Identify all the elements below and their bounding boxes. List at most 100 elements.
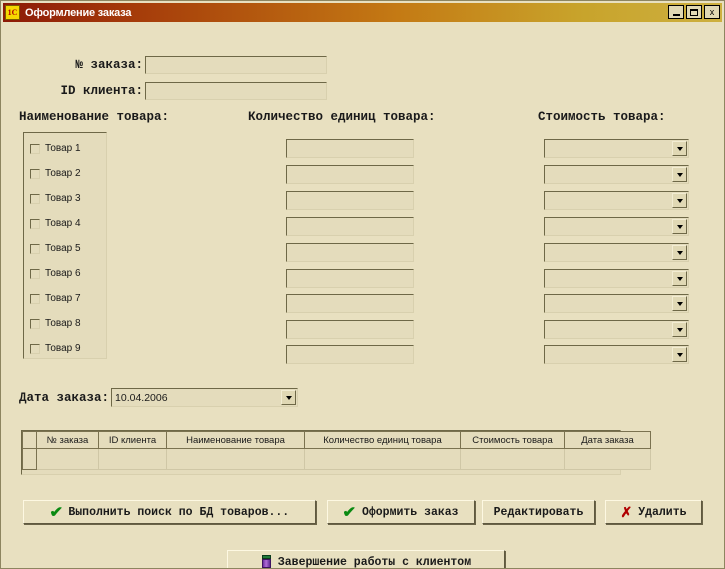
- quantity-input[interactable]: [286, 320, 414, 339]
- order-number-input[interactable]: [145, 56, 327, 74]
- delete-label: Удалить: [638, 505, 687, 519]
- chevron-down-icon[interactable]: [281, 390, 297, 405]
- delete-button[interactable]: ✗ Удалить: [605, 500, 702, 524]
- chevron-down-icon[interactable]: [672, 193, 687, 208]
- search-products-label: Выполнить поиск по БД товаров...: [68, 505, 290, 519]
- cost-dropdown[interactable]: [544, 294, 689, 313]
- list-item[interactable]: Товар 5: [24, 236, 106, 261]
- cost-dropdown-value: [545, 346, 672, 363]
- product-label: Товар 2: [45, 168, 81, 179]
- finish-client-session-label: Завершение работы с клиентом: [277, 555, 472, 569]
- checkbox-icon[interactable]: [30, 343, 40, 354]
- cost-dropdown[interactable]: [544, 191, 689, 210]
- order-date-value: 10.04.2006: [115, 391, 168, 404]
- checkbox-icon[interactable]: [30, 218, 40, 229]
- product-label: Товар 7: [45, 293, 81, 304]
- table-row[interactable]: [22, 448, 651, 470]
- edit-button[interactable]: Редактировать: [482, 500, 595, 524]
- cost-dropdown-value: [545, 166, 672, 183]
- cost-dropdown[interactable]: [544, 243, 689, 262]
- list-item[interactable]: Товар 7: [24, 286, 106, 311]
- cost-dropdown[interactable]: [544, 165, 689, 184]
- minimize-button[interactable]: [668, 5, 684, 19]
- create-order-button[interactable]: ✔ Оформить заказ: [327, 500, 475, 524]
- column-header[interactable]: № заказа: [36, 431, 99, 449]
- quantity-input[interactable]: [286, 243, 414, 262]
- product-label: Товар 9: [45, 343, 81, 354]
- cost-dropdown-value: [545, 295, 672, 312]
- chevron-down-icon[interactable]: [672, 245, 687, 260]
- 1c-logo-icon: 1C: [5, 5, 20, 20]
- quantity-input[interactable]: [286, 191, 414, 210]
- quantity-input[interactable]: [286, 269, 414, 288]
- minimize-icon: [672, 13, 680, 16]
- list-item[interactable]: Товар 9: [24, 336, 106, 358]
- product-checkbox-list[interactable]: Товар 1 Товар 2 Товар 3 Товар 4 Товар 5 …: [23, 132, 107, 359]
- chevron-down-icon[interactable]: [672, 322, 687, 337]
- maximize-button[interactable]: [686, 5, 702, 19]
- cost-dropdown[interactable]: [544, 345, 689, 364]
- title-bar: 1C Оформление заказа x: [3, 3, 722, 22]
- checkbox-icon[interactable]: [30, 168, 40, 179]
- column-header-quantity: Количество единиц товара:: [248, 110, 436, 124]
- orders-grid[interactable]: № заказа ID клиента Наименование товара …: [21, 430, 651, 475]
- list-item[interactable]: Товар 4: [24, 211, 106, 236]
- cost-dropdown-value: [545, 244, 672, 261]
- quantity-input[interactable]: [286, 165, 414, 184]
- close-icon: x: [709, 6, 715, 17]
- chevron-down-icon[interactable]: [672, 296, 687, 311]
- table-cell[interactable]: [98, 448, 167, 470]
- chevron-down-icon[interactable]: [672, 167, 687, 182]
- cost-dropdown-value: [545, 140, 672, 157]
- order-date-dropdown[interactable]: 10.04.2006: [111, 388, 299, 407]
- window-title: Оформление заказа: [25, 6, 132, 19]
- table-cell[interactable]: [460, 448, 565, 470]
- checkbox-icon[interactable]: [30, 268, 40, 279]
- quantity-input[interactable]: [286, 345, 414, 364]
- checkbox-icon[interactable]: [30, 293, 40, 304]
- column-header[interactable]: Дата заказа: [564, 431, 651, 449]
- column-header[interactable]: ID клиента: [98, 431, 167, 449]
- order-number-row: № заказа:: [19, 56, 327, 74]
- cost-dropdown-value: [545, 192, 672, 209]
- chevron-down-icon[interactable]: [672, 347, 687, 362]
- list-item[interactable]: Товар 3: [24, 186, 106, 211]
- cost-dropdown[interactable]: [544, 217, 689, 236]
- table-cell[interactable]: [564, 448, 651, 470]
- list-item[interactable]: Товар 6: [24, 261, 106, 286]
- cost-dropdown[interactable]: [544, 139, 689, 158]
- search-products-button[interactable]: ✔ Выполнить поиск по БД товаров...: [23, 500, 316, 524]
- checkbox-icon[interactable]: [30, 243, 40, 254]
- list-item[interactable]: Товар 8: [24, 311, 106, 336]
- chevron-down-icon[interactable]: [672, 271, 687, 286]
- row-selector-header: [22, 431, 37, 449]
- cost-dropdown[interactable]: [544, 269, 689, 288]
- column-header[interactable]: Стоимость товара: [460, 431, 565, 449]
- table-header-row: № заказа ID клиента Наименование товара …: [22, 431, 651, 449]
- quantity-input[interactable]: [286, 139, 414, 158]
- checkbox-icon[interactable]: [30, 143, 40, 154]
- order-date-row: Дата заказа: 10.04.2006: [19, 388, 299, 407]
- quantity-input[interactable]: [286, 294, 414, 313]
- green-check-icon: ✔: [49, 503, 63, 521]
- checkbox-icon[interactable]: [30, 193, 40, 204]
- cost-dropdown[interactable]: [544, 320, 689, 339]
- table-cell[interactable]: [304, 448, 461, 470]
- column-header[interactable]: Количество единиц товара: [304, 431, 461, 449]
- table-cell[interactable]: [166, 448, 305, 470]
- table-cell[interactable]: [36, 448, 99, 470]
- column-header[interactable]: Наименование товара: [166, 431, 305, 449]
- close-button[interactable]: x: [704, 5, 720, 19]
- chevron-down-icon[interactable]: [672, 219, 687, 234]
- chevron-down-icon[interactable]: [672, 141, 687, 156]
- checkbox-icon[interactable]: [30, 318, 40, 329]
- product-label: Товар 4: [45, 218, 81, 229]
- client-id-row: ID клиента:: [19, 82, 327, 100]
- row-selector-cell[interactable]: [22, 448, 37, 470]
- finish-client-session-button[interactable]: Завершение работы с клиентом: [227, 550, 505, 569]
- list-item[interactable]: Товар 1: [24, 136, 106, 161]
- quantity-input[interactable]: [286, 217, 414, 236]
- window-controls: x: [668, 5, 720, 19]
- list-item[interactable]: Товар 2: [24, 161, 106, 186]
- client-id-input[interactable]: [145, 82, 327, 100]
